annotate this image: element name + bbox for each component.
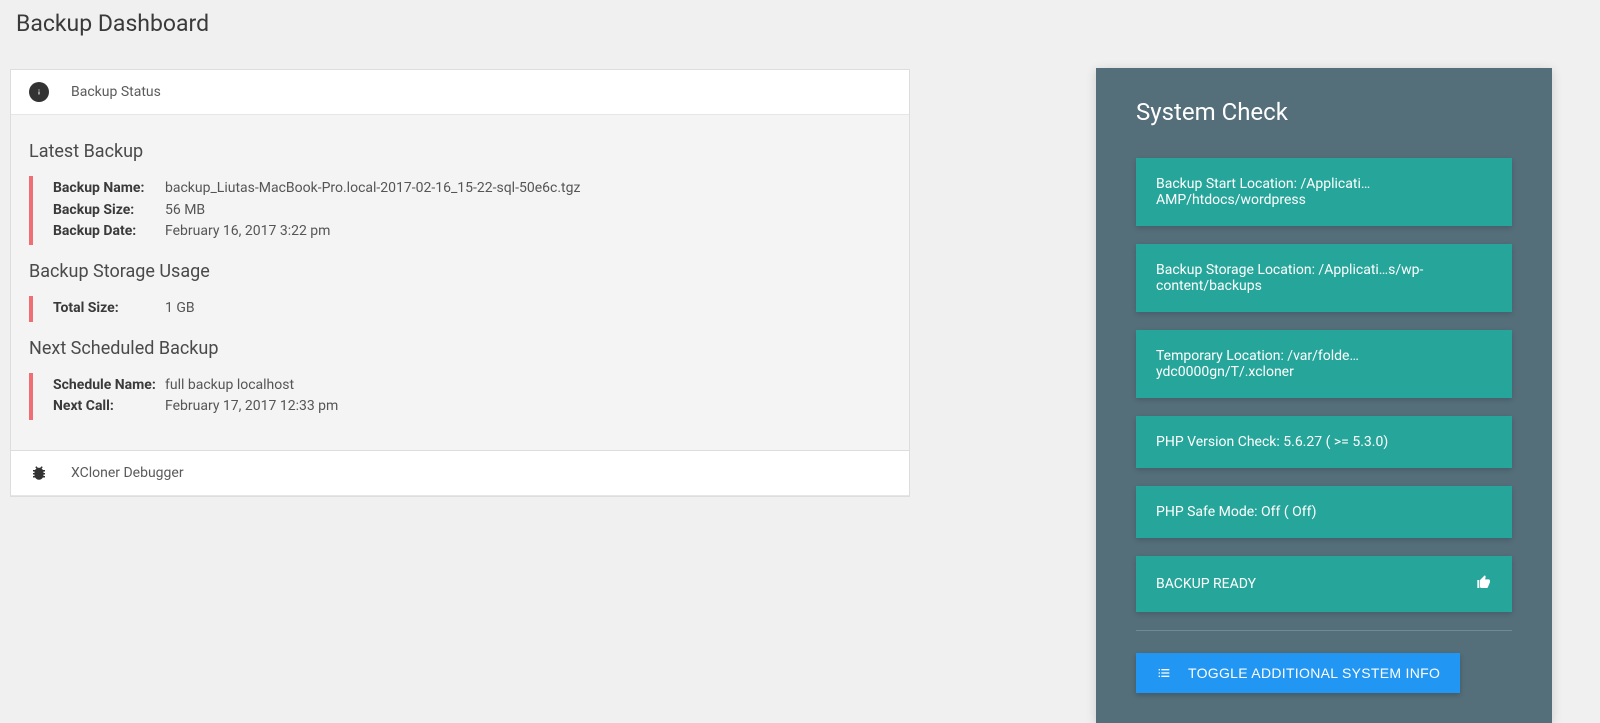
total-size-value: 1 GB bbox=[165, 298, 195, 320]
backup-date-label: Backup Date: bbox=[53, 221, 165, 243]
storage-usage-title: Backup Storage Usage bbox=[29, 261, 891, 282]
backup-date-row: Backup Date: February 16, 2017 3:22 pm bbox=[53, 221, 891, 243]
latest-backup-title: Latest Backup bbox=[29, 141, 891, 162]
backup-size-value: 56 MB bbox=[165, 200, 205, 222]
toggle-system-info-label: TOGGLE ADDITIONAL SYSTEM INFO bbox=[1188, 665, 1440, 681]
backup-name-label: Backup Name: bbox=[53, 178, 165, 200]
system-check-panel: System Check Backup Start Location: /App… bbox=[1096, 68, 1552, 723]
backup-date-value: February 16, 2017 3:22 pm bbox=[165, 221, 330, 243]
thumbs-up-icon bbox=[1476, 574, 1492, 594]
toggle-system-info-button[interactable]: TOGGLE ADDITIONAL SYSTEM INFO bbox=[1136, 653, 1460, 693]
backup-size-row: Backup Size: 56 MB bbox=[53, 200, 891, 222]
backup-status-card: Backup Status Latest Backup Backup Name:… bbox=[10, 69, 910, 451]
debugger-header[interactable]: XCloner Debugger bbox=[11, 451, 909, 496]
backup-status-header-label: Backup Status bbox=[71, 84, 161, 100]
system-check-title: System Check bbox=[1136, 98, 1512, 126]
schedule-name-label: Schedule Name: bbox=[53, 375, 165, 397]
check-backup-storage-location: Backup Storage Location: /Applicati…s/wp… bbox=[1136, 244, 1512, 312]
divider bbox=[1136, 630, 1512, 631]
check-temporary-location: Temporary Location: /var/folde…ydc0000gn… bbox=[1136, 330, 1512, 398]
schedule-name-value: full backup localhost bbox=[165, 375, 294, 397]
check-backup-start-location: Backup Start Location: /Applicati…AMP/ht… bbox=[1136, 158, 1512, 226]
backup-status-header[interactable]: Backup Status bbox=[11, 70, 909, 115]
schedule-name-row: Schedule Name: full backup localhost bbox=[53, 375, 891, 397]
total-size-label: Total Size: bbox=[53, 298, 165, 320]
backup-ready-label: BACKUP READY bbox=[1156, 576, 1256, 592]
storage-usage-block: Total Size: 1 GB bbox=[29, 296, 891, 322]
next-call-row: Next Call: February 17, 2017 12:33 pm bbox=[53, 396, 891, 418]
backup-status-body: Latest Backup Backup Name: backup_Liutas… bbox=[11, 115, 909, 450]
debugger-card: XCloner Debugger bbox=[10, 450, 910, 497]
page-title: Backup Dashboard bbox=[16, 10, 910, 37]
next-scheduled-title: Next Scheduled Backup bbox=[29, 338, 891, 359]
list-icon bbox=[1156, 665, 1172, 681]
backup-name-value: backup_Liutas-MacBook-Pro.local-2017-02-… bbox=[165, 178, 580, 200]
backup-size-label: Backup Size: bbox=[53, 200, 165, 222]
check-php-safe-mode: PHP Safe Mode: Off ( Off) bbox=[1136, 486, 1512, 538]
next-scheduled-block: Schedule Name: full backup localhost Nex… bbox=[29, 373, 891, 420]
next-call-label: Next Call: bbox=[53, 396, 165, 418]
info-icon bbox=[29, 82, 49, 102]
backup-name-row: Backup Name: backup_Liutas-MacBook-Pro.l… bbox=[53, 178, 891, 200]
latest-backup-block: Backup Name: backup_Liutas-MacBook-Pro.l… bbox=[29, 176, 891, 245]
check-php-version: PHP Version Check: 5.6.27 ( >= 5.3.0) bbox=[1136, 416, 1512, 468]
next-call-value: February 17, 2017 12:33 pm bbox=[165, 396, 338, 418]
bug-icon bbox=[29, 463, 49, 483]
check-backup-ready: BACKUP READY bbox=[1136, 556, 1512, 612]
total-size-row: Total Size: 1 GB bbox=[53, 298, 891, 320]
debugger-header-label: XCloner Debugger bbox=[71, 465, 184, 481]
